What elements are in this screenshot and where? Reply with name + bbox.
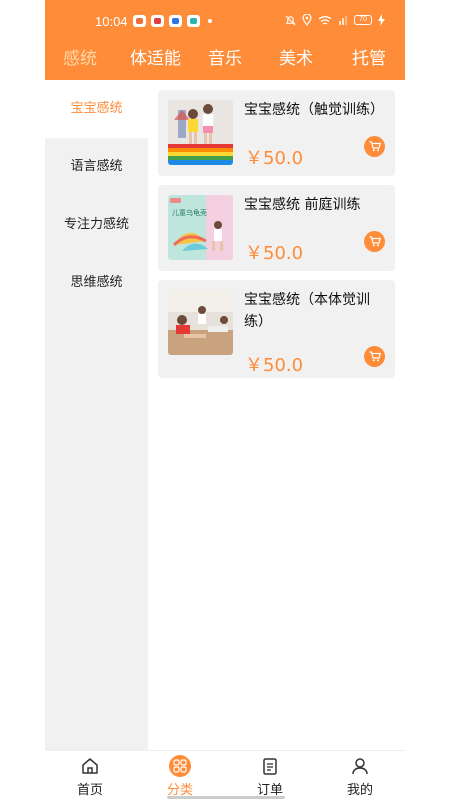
category-tabs: 感统 体适能 音乐 美术 托管 — [45, 44, 405, 74]
sidebar-item-thinking-sensory[interactable]: 思维感统 — [45, 254, 148, 312]
app-notification-icon — [133, 15, 146, 27]
tab-art[interactable]: 美术 — [279, 44, 313, 74]
tab-daycare[interactable]: 托管 — [352, 44, 386, 74]
sidebar-item-focus-sensory[interactable]: 专注力感统 — [45, 196, 148, 254]
charging-icon — [378, 14, 385, 26]
cart-icon — [369, 141, 381, 152]
nav-label: 我的 — [346, 783, 373, 798]
product-card[interactable]: 宝宝感统（触觉训练） ￥50.0 — [158, 90, 395, 176]
product-image — [168, 290, 233, 355]
app-notification-icon — [151, 15, 164, 27]
profile-icon — [352, 758, 368, 775]
product-card[interactable]: 宝宝感统（本体觉训练） ￥50.0 — [158, 280, 395, 378]
product-card[interactable]: 儿童乌龟壳 宝宝感统 前庭训练 ￥50.0 — [158, 185, 395, 271]
product-price: ￥50.0 — [245, 148, 304, 169]
tab-music[interactable]: 音乐 — [208, 44, 242, 74]
product-price: ￥50.0 — [245, 243, 304, 264]
order-icon — [263, 758, 277, 775]
nav-home[interactable]: 首页 — [45, 751, 135, 800]
notification-icons — [133, 15, 212, 27]
product-image — [168, 100, 233, 165]
status-time: 10:04 — [95, 14, 128, 29]
app-notification-icon — [169, 15, 182, 27]
app-notification-icon — [187, 15, 200, 27]
nav-label: 首页 — [76, 783, 103, 798]
product-image: 儿童乌龟壳 — [168, 195, 233, 260]
home-icon — [82, 758, 98, 774]
product-title: 宝宝感统 前庭训练 — [244, 197, 361, 213]
wifi-icon — [318, 15, 332, 25]
nav-profile[interactable]: 我的 — [315, 751, 405, 800]
category-icon — [169, 755, 191, 777]
header: 10:04 70 感统 体适能 音乐 美术 托管 — [45, 0, 405, 80]
more-notifications-dot — [208, 19, 212, 23]
status-bar: 10:04 70 — [45, 0, 405, 42]
battery-icon: 70 — [354, 15, 372, 25]
mute-icon — [285, 15, 296, 25]
sidebar-item-language-sensory[interactable]: 语言感统 — [45, 138, 148, 196]
bottom-navigation: 首页 分类 订单 我的 — [45, 750, 405, 800]
nav-orders[interactable]: 订单 — [225, 751, 315, 800]
product-title: 宝宝感统（本体觉训练） — [244, 292, 370, 330]
cart-icon — [369, 236, 381, 247]
product-price: ￥50.0 — [245, 355, 304, 376]
sidebar: 宝宝感统 语言感统 专注力感统 思维感统 — [45, 80, 148, 750]
system-icons: 70 — [285, 14, 385, 26]
nav-category[interactable]: 分类 — [135, 751, 225, 800]
app-screen: 10:04 70 感统 体适能 音乐 美术 托管 宝宝感统 语言感统 专注力感统… — [45, 0, 405, 800]
home-indicator — [167, 796, 285, 799]
product-image-text: 儿童乌龟壳 — [172, 208, 207, 217]
product-title: 宝宝感统（触觉训练） — [244, 102, 384, 118]
signal-icon — [339, 15, 347, 25]
location-icon — [302, 14, 312, 26]
tab-sensory[interactable]: 感统 — [63, 44, 97, 74]
add-to-cart-button[interactable] — [364, 231, 385, 252]
add-to-cart-button[interactable] — [364, 346, 385, 367]
sidebar-item-baby-sensory[interactable]: 宝宝感统 — [45, 80, 148, 138]
cart-icon — [369, 351, 381, 362]
add-to-cart-button[interactable] — [364, 136, 385, 157]
tab-fitness[interactable]: 体适能 — [130, 44, 181, 74]
product-list: 宝宝感统（触觉训练） ￥50.0 儿童乌龟壳 宝宝感统 前庭训练 ￥50.0 宝… — [148, 80, 405, 750]
